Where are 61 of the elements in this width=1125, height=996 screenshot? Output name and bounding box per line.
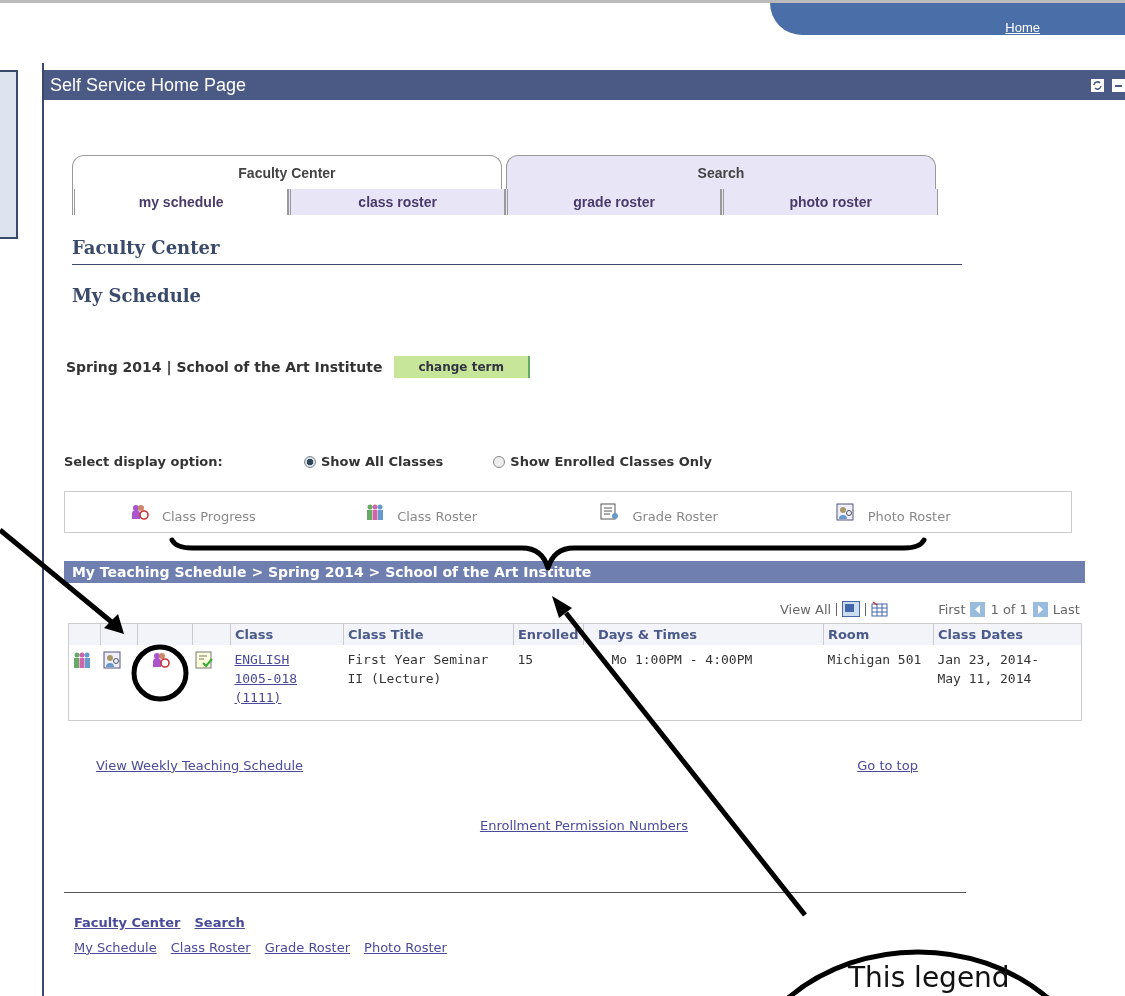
column-header: Enrolled	[513, 623, 584, 645]
spreadsheet-icon[interactable]	[871, 601, 890, 617]
legend-label: Grade Roster	[632, 508, 718, 524]
person-card-icon	[835, 503, 856, 521]
highlight-circle	[131, 644, 189, 702]
people-magnifier-icon	[129, 503, 150, 521]
table-cell: First Year Seminar II (Lecture)	[343, 645, 514, 721]
table-cell: Michigan 501	[823, 645, 934, 721]
table-cell: Mo 1:00PM - 4:00PM	[583, 645, 824, 721]
radio-label: Show All Classes	[320, 454, 444, 469]
footer-link[interactable]: My Schedule	[73, 939, 157, 955]
change-term-button[interactable]: change term	[394, 356, 530, 378]
minimize-icon[interactable]	[1112, 78, 1125, 92]
document-icon	[600, 503, 621, 521]
tab[interactable]: Search	[505, 155, 936, 189]
people-icon[interactable]	[71, 651, 92, 669]
column-header: Class Title	[343, 623, 514, 645]
radio-label: Show Enrolled Classes Only	[510, 454, 712, 469]
table-cell: Jan 23, 2014- May 11, 2014	[933, 645, 1082, 721]
radio-button[interactable]	[493, 455, 506, 468]
column-header: Room	[823, 623, 934, 645]
go-to-top-link[interactable]: Go to top	[857, 757, 918, 773]
zoom-icon[interactable]	[842, 601, 861, 617]
class-link[interactable]: ENGLISH 1005-018 (1111)	[234, 651, 305, 708]
term-label: Spring 2014 | School of the Art Institute	[65, 359, 383, 375]
page-title: My Schedule	[71, 285, 203, 306]
home-link[interactable]: Home	[1005, 20, 1040, 35]
column-header: Class	[230, 623, 344, 645]
subtab[interactable]: grade roster	[504, 189, 722, 215]
view-all-link[interactable]: View All	[780, 601, 832, 617]
checklist-icon[interactable]	[195, 651, 216, 669]
grid-title: My Teaching Schedule > Spring 2014 > School of the Art Institute	[71, 564, 592, 580]
legend-label: Class Roster	[397, 508, 478, 524]
callout-text: This legend	[848, 964, 1010, 992]
first-label: First	[938, 601, 966, 617]
footer-link[interactable]: Grade Roster	[264, 939, 351, 955]
people-icon	[365, 503, 386, 521]
legend-label: Photo Roster	[867, 508, 951, 524]
people-magnifier-icon[interactable]	[151, 651, 172, 669]
legend-label: Class Progress	[161, 508, 256, 524]
subtab[interactable]: class roster	[288, 189, 505, 215]
last-label: Last	[1052, 601, 1080, 617]
page-count: 1 of 1	[990, 601, 1028, 617]
tab[interactable]: Faculty Center	[71, 155, 502, 189]
subtab[interactable]: my schedule	[71, 189, 289, 215]
table-cell: 15	[513, 645, 584, 721]
display-option-label: Select display option:	[63, 454, 224, 469]
refresh-icon[interactable]	[1091, 78, 1104, 92]
portlet-title: Self Service Home Page	[49, 74, 246, 96]
column-header: Class Dates	[933, 623, 1082, 645]
column-header: Days & Times	[583, 623, 824, 645]
permission-numbers-link[interactable]: Enrollment Permission Numbers	[479, 817, 688, 833]
section-title: Faculty Center	[71, 237, 962, 265]
radio-button[interactable]	[303, 455, 316, 468]
footer-link[interactable]: Photo Roster	[364, 939, 447, 955]
footer-link[interactable]: Search	[194, 914, 245, 930]
weekly-schedule-link[interactable]: View Weekly Teaching Schedule	[95, 757, 303, 773]
subtab[interactable]: photo roster	[721, 189, 938, 215]
footer-link[interactable]: Class Roster	[170, 939, 251, 955]
footer-link[interactable]: Faculty Center	[73, 914, 181, 930]
person-card-icon[interactable]	[103, 651, 124, 669]
